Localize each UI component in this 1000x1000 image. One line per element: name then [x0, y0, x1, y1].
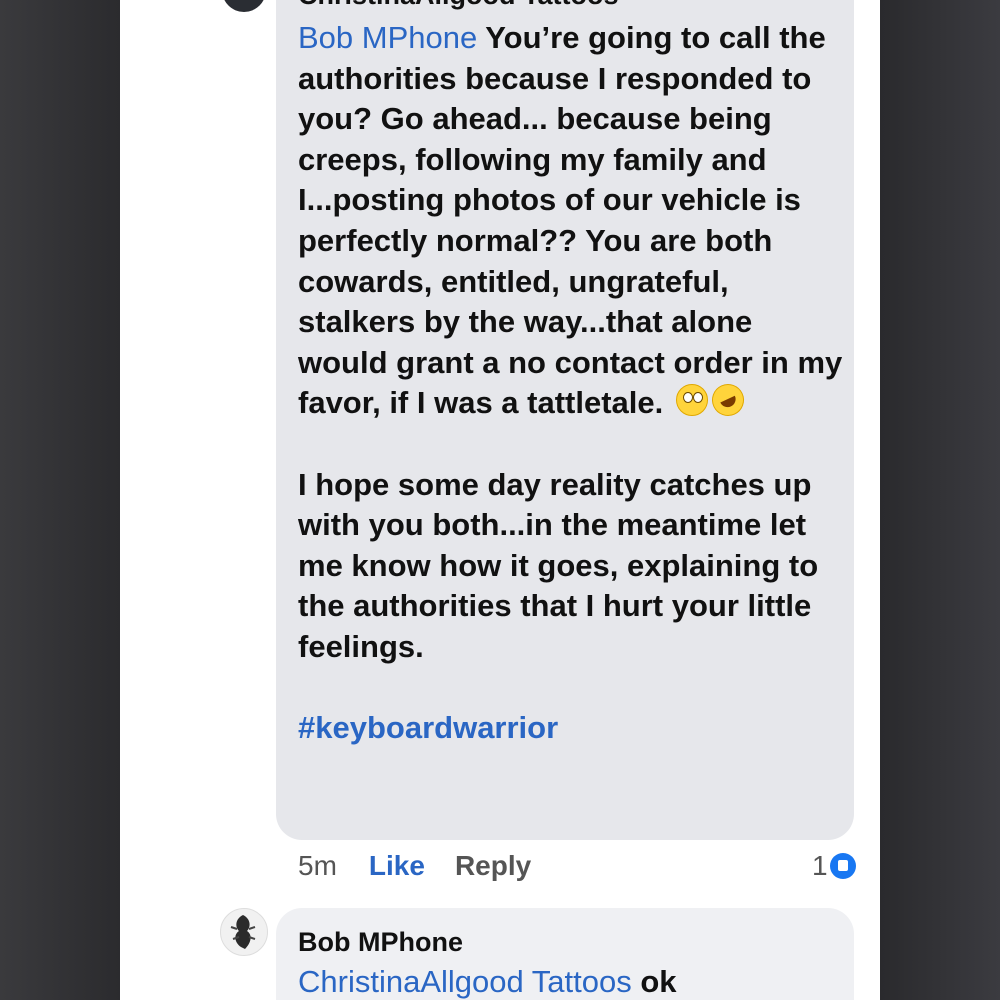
- comment-paragraph: I hope some day reality catches up with …: [298, 466, 819, 664]
- reaction-count: 1: [812, 850, 828, 881]
- background-left: [0, 0, 120, 1000]
- comment-author[interactable]: Bob MPhone: [298, 926, 463, 958]
- reaction-summary[interactable]: 1: [812, 846, 856, 886]
- comment-thread: ChristinaAllgood Tattoos Bob MPhone You’…: [120, 0, 880, 1000]
- comment-actions: 5m Like Reply: [298, 846, 531, 886]
- reply-button[interactable]: Reply: [455, 850, 531, 882]
- like-button[interactable]: Like: [369, 850, 425, 882]
- comment-body: ChristinaAllgood Tattoos ok: [298, 962, 677, 1000]
- avatar[interactable]: [222, 0, 266, 12]
- comment-author[interactable]: ChristinaAllgood Tattoos: [298, 0, 618, 11]
- mention-link[interactable]: ChristinaAllgood Tattoos: [298, 964, 632, 999]
- mention-link[interactable]: Bob MPhone: [298, 20, 477, 55]
- background-right: [880, 0, 1000, 1000]
- rolling-eyes-emoji-icon: [675, 384, 708, 417]
- comment-body: Bob MPhone You’re going to call the auth…: [298, 18, 846, 749]
- avatar-image-icon: [230, 915, 256, 949]
- comment-text: ok: [631, 964, 677, 999]
- comment-text: You’re going to call the authorities bec…: [298, 20, 843, 421]
- laughing-emoji-icon: [706, 379, 750, 422]
- like-icon: [829, 853, 856, 879]
- avatar[interactable]: [220, 908, 268, 956]
- comment-timestamp[interactable]: 5m: [298, 850, 337, 882]
- hashtag-link[interactable]: #keyboardwarrior: [298, 708, 846, 749]
